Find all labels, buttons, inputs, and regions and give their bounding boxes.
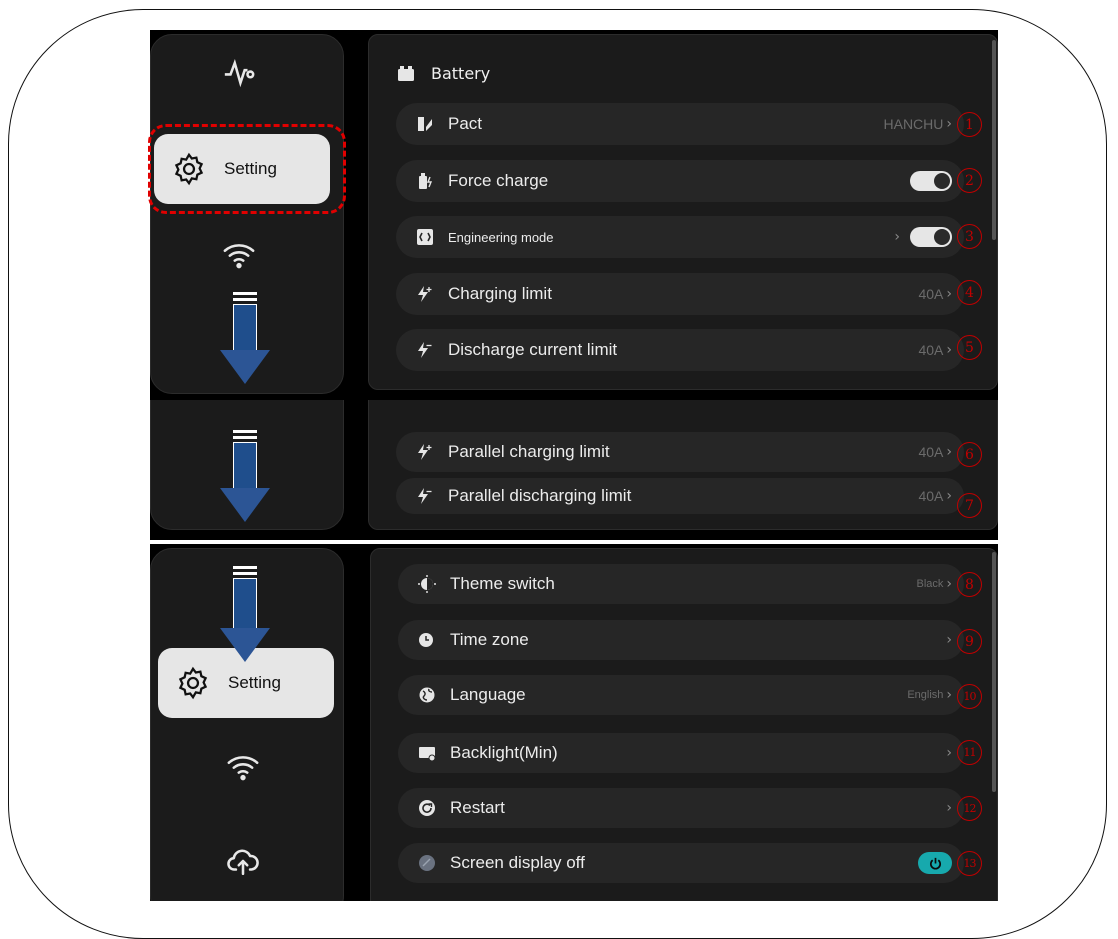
row-screen-display-off[interactable]: Screen display off — [398, 843, 964, 883]
row-language[interactable]: Language English › — [398, 675, 964, 715]
row-value: 40A — [918, 342, 944, 358]
number-badge: 8 — [957, 572, 982, 597]
row-value: 40A — [918, 286, 944, 302]
row-theme-switch[interactable]: Theme switch Black › — [398, 564, 964, 604]
number-badge: 13 — [957, 851, 982, 876]
chevron-right-icon: › — [946, 576, 952, 592]
clock-icon — [418, 631, 436, 649]
number-badge: 1 — [957, 112, 982, 137]
row-parallel-discharging-limit[interactable]: Parallel discharging limit 40A › — [396, 478, 964, 514]
discharge-limit-icon — [416, 341, 434, 359]
engineering-mode-toggle[interactable] — [910, 227, 952, 247]
chevron-right-icon: › — [946, 286, 952, 302]
wifi-icon[interactable] — [226, 750, 260, 784]
gear-icon — [176, 666, 210, 700]
engineering-icon — [416, 228, 434, 246]
chevron-right-icon: › — [894, 229, 900, 245]
chevron-right-icon: › — [946, 342, 952, 358]
row-value: English — [907, 689, 944, 701]
row-value: Black — [916, 578, 944, 590]
row-label: Time zone — [450, 630, 529, 649]
charge-limit-icon — [416, 443, 434, 461]
number-badge: 12 — [957, 796, 982, 821]
number-badge: 3 — [957, 224, 982, 249]
screenshot-battery: Setting Battery Pact HANCHU › Force char… — [150, 30, 998, 400]
row-label: Screen display off — [450, 853, 585, 872]
row-backlight[interactable]: Backlight(Min) › — [398, 733, 964, 773]
battery-icon — [397, 65, 415, 83]
row-restart[interactable]: Restart › — [398, 788, 964, 828]
down-arrow-icon — [220, 566, 270, 664]
number-badge: 7 — [957, 493, 982, 518]
row-discharge-limit[interactable]: Discharge current limit 40A › — [396, 329, 964, 371]
chevron-right-icon: › — [946, 116, 952, 132]
row-label: Language — [450, 685, 526, 704]
chevron-right-icon: › — [946, 488, 952, 504]
number-badge: 4 — [957, 280, 982, 305]
screen-display-off-toggle[interactable] — [918, 852, 952, 874]
row-value: 40A — [918, 488, 944, 504]
backlight-icon — [418, 744, 436, 762]
row-pact[interactable]: Pact HANCHU › — [396, 103, 964, 145]
restart-icon — [418, 799, 436, 817]
number-badge: 9 — [957, 629, 982, 654]
screenshot-parallel-limits: Parallel charging limit 40A › Parallel d… — [150, 400, 998, 540]
row-charging-limit[interactable]: Charging limit 40A › — [396, 273, 964, 315]
scrollbar[interactable] — [992, 552, 996, 792]
number-badge: 11 — [957, 740, 982, 765]
number-badge: 10 — [957, 684, 982, 709]
row-label: Parallel charging limit — [448, 442, 610, 461]
row-value: HANCHU — [883, 116, 944, 132]
row-label: Parallel discharging limit — [448, 486, 632, 505]
down-arrow-icon — [220, 430, 270, 524]
battery-charge-icon — [416, 172, 434, 190]
row-force-charge[interactable]: Force charge — [396, 160, 964, 202]
scrollbar[interactable] — [992, 40, 996, 240]
chevron-right-icon: › — [946, 745, 952, 761]
number-badge: 2 — [957, 168, 982, 193]
screenshot-system-settings: Setting Theme switch Black › Time zone ›… — [150, 544, 998, 901]
force-charge-toggle[interactable] — [910, 171, 952, 191]
wifi-icon[interactable] — [222, 238, 256, 272]
row-label: Theme switch — [450, 574, 555, 593]
row-engineering-mode[interactable]: Engineering mode › — [396, 216, 964, 258]
number-badge: 5 — [957, 335, 982, 360]
setting-label: Setting — [228, 673, 281, 692]
row-label: Charging limit — [448, 284, 552, 303]
cloud-upload-icon[interactable] — [226, 844, 260, 878]
row-label: Force charge — [448, 171, 549, 190]
row-label: Restart — [450, 798, 505, 817]
charge-limit-icon — [416, 285, 434, 303]
battery-header: Battery — [397, 64, 490, 83]
globe-icon — [418, 686, 436, 704]
discharge-limit-icon — [416, 487, 434, 505]
row-time-zone[interactable]: Time zone › — [398, 620, 964, 660]
down-arrow-icon — [220, 292, 270, 386]
row-value: 40A — [918, 444, 944, 460]
pact-icon — [416, 115, 434, 133]
activity-pulse-icon[interactable] — [222, 56, 256, 90]
row-label: Discharge current limit — [448, 340, 618, 359]
row-label: Engineering mode — [448, 229, 554, 245]
battery-title: Battery — [431, 64, 491, 83]
chevron-right-icon: › — [946, 632, 952, 648]
row-label: Backlight(Min) — [450, 743, 558, 762]
number-badge: 6 — [957, 442, 982, 467]
chevron-right-icon: › — [946, 687, 952, 703]
chevron-right-icon: › — [946, 800, 952, 816]
row-label: Pact — [448, 114, 483, 133]
chevron-right-icon: › — [946, 444, 952, 460]
screen-off-icon — [418, 854, 436, 872]
theme-icon — [418, 575, 436, 593]
highlight-dashed-box — [148, 124, 346, 214]
row-parallel-charging-limit[interactable]: Parallel charging limit 40A › — [396, 432, 964, 472]
